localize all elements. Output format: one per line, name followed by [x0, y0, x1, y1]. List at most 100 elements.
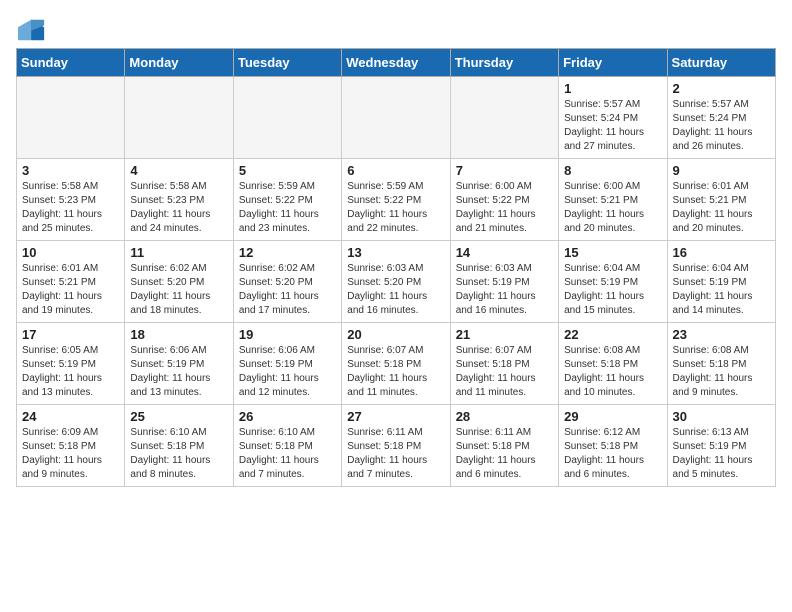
- day-number: 12: [239, 245, 336, 260]
- day-info: Sunrise: 6:04 AMSunset: 5:19 PMDaylight:…: [673, 262, 770, 318]
- calendar-day-cell: 6 Sunrise: 5:59 AMSunset: 5:22 PMDaylight…: [342, 159, 450, 241]
- day-number: 22: [564, 327, 661, 342]
- calendar-day-cell: 30Sunrise: 6:13 AMSunset: 5:19 PMDayligh…: [667, 405, 775, 487]
- calendar-week-row: 24 Sunrise: 6:09 AMSunset: 5:18 PMDayligh…: [17, 405, 776, 487]
- calendar-day-cell: 4Sunrise: 5:58 AMSunset: 5:23 PMDaylight…: [125, 159, 233, 241]
- day-number: 18: [130, 327, 227, 342]
- calendar-day-cell: 25 Sunrise: 6:10 AMSunset: 5:18 PMDayligh…: [125, 405, 233, 487]
- calendar-week-row: 3 Sunrise: 5:58 AMSunset: 5:23 PMDaylight…: [17, 159, 776, 241]
- day-number: 10: [22, 245, 119, 260]
- day-info: Sunrise: 6:10 AMSunset: 5:18 PMDaylight:…: [130, 426, 227, 482]
- weekday-header-row: SundayMondayTuesdayWednesdayThursdayFrid…: [17, 49, 776, 77]
- calendar-day-cell: [17, 77, 125, 159]
- day-number: 17: [22, 327, 119, 342]
- day-number: 28: [456, 409, 553, 424]
- weekday-header-wednesday: Wednesday: [342, 49, 450, 77]
- day-number: 27: [347, 409, 444, 424]
- day-number: 1: [564, 81, 661, 96]
- calendar-day-cell: 16 Sunrise: 6:04 AMSunset: 5:19 PMDayligh…: [667, 241, 775, 323]
- calendar-day-cell: [233, 77, 341, 159]
- calendar-day-cell: 20 Sunrise: 6:07 AMSunset: 5:18 PMDayligh…: [342, 323, 450, 405]
- day-info: Sunrise: 5:57 AMSunset: 5:24 PMDaylight:…: [564, 98, 661, 154]
- day-number: 30: [673, 409, 770, 424]
- day-number: 21: [456, 327, 553, 342]
- calendar-day-cell: 8Sunrise: 6:00 AMSunset: 5:21 PMDaylight…: [559, 159, 667, 241]
- calendar-day-cell: 28 Sunrise: 6:11 AMSunset: 5:18 PMDayligh…: [450, 405, 558, 487]
- day-number: 3: [22, 163, 119, 178]
- calendar-day-cell: 12 Sunrise: 6:02 AMSunset: 5:20 PMDayligh…: [233, 241, 341, 323]
- calendar-week-row: 10 Sunrise: 6:01 AMSunset: 5:21 PMDayligh…: [17, 241, 776, 323]
- day-info: Sunrise: 5:57 AMSunset: 5:24 PMDaylight:…: [673, 98, 770, 154]
- day-number: 9: [673, 163, 770, 178]
- day-number: 29: [564, 409, 661, 424]
- weekday-header-thursday: Thursday: [450, 49, 558, 77]
- calendar-day-cell: 19 Sunrise: 6:06 AMSunset: 5:19 PMDayligh…: [233, 323, 341, 405]
- day-info: Sunrise: 6:02 AMSunset: 5:20 PMDaylight:…: [239, 262, 336, 318]
- day-number: 11: [130, 245, 227, 260]
- day-number: 14: [456, 245, 553, 260]
- day-info: Sunrise: 6:07 AMSunset: 5:18 PMDaylight:…: [456, 344, 553, 400]
- day-number: 6: [347, 163, 444, 178]
- calendar-day-cell: 21 Sunrise: 6:07 AMSunset: 5:18 PMDayligh…: [450, 323, 558, 405]
- logo: [16, 16, 46, 40]
- calendar-day-cell: 24 Sunrise: 6:09 AMSunset: 5:18 PMDayligh…: [17, 405, 125, 487]
- day-number: 24: [22, 409, 119, 424]
- page-header: [16, 16, 776, 40]
- day-info: Sunrise: 5:59 AMSunset: 5:22 PMDaylight:…: [239, 180, 336, 236]
- calendar-day-cell: 14 Sunrise: 6:03 AMSunset: 5:19 PMDayligh…: [450, 241, 558, 323]
- calendar-day-cell: 23 Sunrise: 6:08 AMSunset: 5:18 PMDayligh…: [667, 323, 775, 405]
- day-info: Sunrise: 6:10 AMSunset: 5:18 PMDaylight:…: [239, 426, 336, 482]
- calendar-day-cell: [125, 77, 233, 159]
- day-info: Sunrise: 6:06 AMSunset: 5:19 PMDaylight:…: [130, 344, 227, 400]
- day-number: 26: [239, 409, 336, 424]
- day-info: Sunrise: 5:58 AMSunset: 5:23 PMDaylight:…: [22, 180, 119, 236]
- calendar-day-cell: 29 Sunrise: 6:12 AMSunset: 5:18 PMDayligh…: [559, 405, 667, 487]
- day-info: Sunrise: 6:08 AMSunset: 5:18 PMDaylight:…: [673, 344, 770, 400]
- day-number: 20: [347, 327, 444, 342]
- day-info: Sunrise: 6:11 AMSunset: 5:18 PMDaylight:…: [347, 426, 444, 482]
- day-number: 15: [564, 245, 661, 260]
- calendar-day-cell: 17Sunrise: 6:05 AMSunset: 5:19 PMDayligh…: [17, 323, 125, 405]
- day-info: Sunrise: 6:07 AMSunset: 5:18 PMDaylight:…: [347, 344, 444, 400]
- calendar-day-cell: 18 Sunrise: 6:06 AMSunset: 5:19 PMDayligh…: [125, 323, 233, 405]
- day-number: 16: [673, 245, 770, 260]
- day-info: Sunrise: 6:02 AMSunset: 5:20 PMDaylight:…: [130, 262, 227, 318]
- day-info: Sunrise: 6:00 AMSunset: 5:21 PMDaylight:…: [564, 180, 661, 236]
- day-info: Sunrise: 6:11 AMSunset: 5:18 PMDaylight:…: [456, 426, 553, 482]
- day-info: Sunrise: 6:03 AMSunset: 5:19 PMDaylight:…: [456, 262, 553, 318]
- day-number: 13: [347, 245, 444, 260]
- day-info: Sunrise: 6:03 AMSunset: 5:20 PMDaylight:…: [347, 262, 444, 318]
- day-info: Sunrise: 5:59 AMSunset: 5:22 PMDaylight:…: [347, 180, 444, 236]
- day-number: 25: [130, 409, 227, 424]
- day-number: 19: [239, 327, 336, 342]
- logo-icon: [18, 16, 46, 44]
- calendar-day-cell: 10 Sunrise: 6:01 AMSunset: 5:21 PMDayligh…: [17, 241, 125, 323]
- calendar-day-cell: 2 Sunrise: 5:57 AMSunset: 5:24 PMDaylight…: [667, 77, 775, 159]
- weekday-header-saturday: Saturday: [667, 49, 775, 77]
- calendar-day-cell: 15Sunrise: 6:04 AMSunset: 5:19 PMDayligh…: [559, 241, 667, 323]
- calendar-day-cell: 27 Sunrise: 6:11 AMSunset: 5:18 PMDayligh…: [342, 405, 450, 487]
- weekday-header-sunday: Sunday: [17, 49, 125, 77]
- weekday-header-tuesday: Tuesday: [233, 49, 341, 77]
- weekday-header-monday: Monday: [125, 49, 233, 77]
- calendar-day-cell: 5Sunrise: 5:59 AMSunset: 5:22 PMDaylight…: [233, 159, 341, 241]
- calendar-day-cell: 13 Sunrise: 6:03 AMSunset: 5:20 PMDayligh…: [342, 241, 450, 323]
- day-info: Sunrise: 6:09 AMSunset: 5:18 PMDaylight:…: [22, 426, 119, 482]
- calendar-day-cell: [450, 77, 558, 159]
- day-number: 23: [673, 327, 770, 342]
- calendar-day-cell: 1 Sunrise: 5:57 AMSunset: 5:24 PMDaylight…: [559, 77, 667, 159]
- calendar-day-cell: 11 Sunrise: 6:02 AMSunset: 5:20 PMDayligh…: [125, 241, 233, 323]
- calendar-day-cell: 7Sunrise: 6:00 AMSunset: 5:22 PMDaylight…: [450, 159, 558, 241]
- calendar-day-cell: [342, 77, 450, 159]
- day-info: Sunrise: 6:01 AMSunset: 5:21 PMDaylight:…: [22, 262, 119, 318]
- calendar-table: SundayMondayTuesdayWednesdayThursdayFrid…: [16, 48, 776, 487]
- calendar-day-cell: 26 Sunrise: 6:10 AMSunset: 5:18 PMDayligh…: [233, 405, 341, 487]
- day-number: 2: [673, 81, 770, 96]
- day-info: Sunrise: 6:12 AMSunset: 5:18 PMDaylight:…: [564, 426, 661, 482]
- day-info: Sunrise: 5:58 AMSunset: 5:23 PMDaylight:…: [130, 180, 227, 236]
- day-info: Sunrise: 6:06 AMSunset: 5:19 PMDaylight:…: [239, 344, 336, 400]
- day-info: Sunrise: 6:00 AMSunset: 5:22 PMDaylight:…: [456, 180, 553, 236]
- weekday-header-friday: Friday: [559, 49, 667, 77]
- calendar-week-row: 1 Sunrise: 5:57 AMSunset: 5:24 PMDaylight…: [17, 77, 776, 159]
- calendar-day-cell: 3 Sunrise: 5:58 AMSunset: 5:23 PMDaylight…: [17, 159, 125, 241]
